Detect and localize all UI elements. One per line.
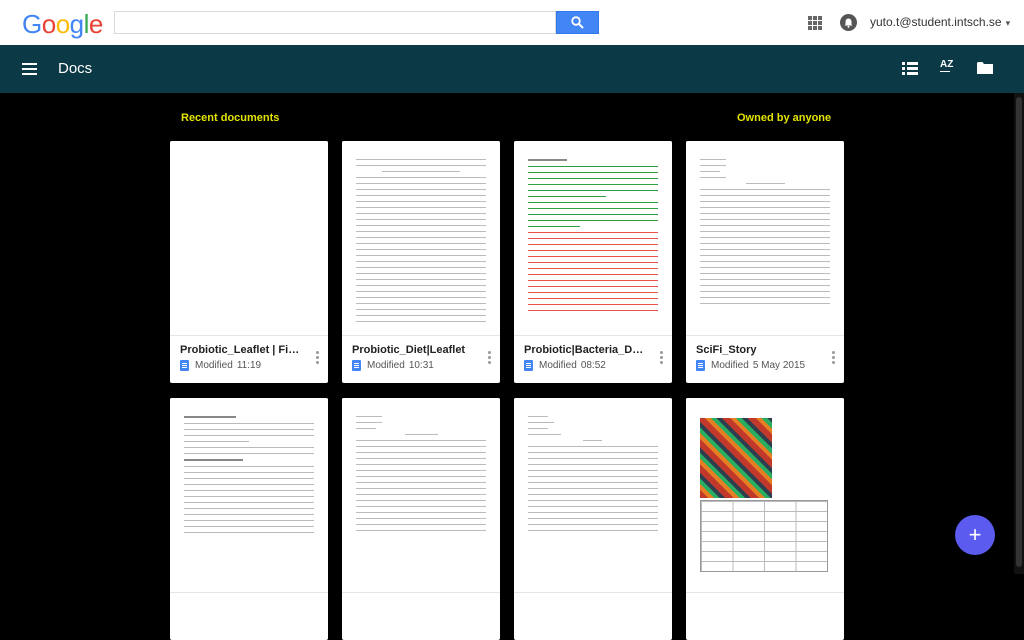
modified-time: 5 May 2015 [752,360,806,371]
recent-documents-heading: Recent documents [181,112,280,124]
document-title: SciFi_Story [696,344,757,356]
document-thumbnail [170,141,328,336]
scrollbar-thumb[interactable] [1016,97,1022,567]
doc-file-icon [524,360,533,371]
modified-label: Modified [711,360,749,371]
sort-az-label: AZ [940,59,954,70]
document-thumbnail [514,398,672,593]
logo-letter-o1: o [41,9,56,39]
sort-az-icon[interactable]: AZ [940,59,956,77]
search-button[interactable] [556,11,599,34]
logo-letter-o2: o [55,9,70,39]
list-view-icon[interactable] [902,62,918,75]
document-thumbnail [342,141,500,336]
more-options-icon[interactable] [488,351,491,364]
owner-filter-dropdown[interactable]: Owned by anyone [737,112,831,124]
document-meta: Modified 5 May 2015 [696,360,805,371]
document-meta: Modified 10:31 [352,360,434,371]
search-input[interactable] [115,12,555,33]
document-card[interactable]: Probiotic|Bacteria_Diet|R... Modified 08… [514,141,672,383]
document-card[interactable] [342,398,500,640]
modified-label: Modified [367,360,405,371]
logo-letter-e: e [88,9,103,39]
folder-icon[interactable] [977,61,993,75]
bell-icon[interactable] [840,14,857,31]
menu-icon[interactable] [22,63,37,75]
google-logo[interactable]: Google [22,9,103,40]
modified-label: Modified [195,360,233,371]
modified-time: 08:52 [580,360,606,371]
document-card[interactable] [170,398,328,640]
logo-letter-g2: g [69,9,84,39]
logo-letter-g1: G [22,9,42,39]
apps-grid-icon[interactable] [808,16,822,30]
document-card[interactable] [514,398,672,640]
search-icon [571,16,584,29]
doc-file-icon [352,360,361,371]
modified-label: Modified [539,360,577,371]
more-options-icon[interactable] [660,351,663,364]
document-title: Probiotic|Bacteria_Diet|R... [524,344,646,356]
doc-file-icon [696,360,705,371]
doc-file-icon [180,360,189,371]
search-box[interactable] [114,11,556,34]
modified-time: 10:31 [408,360,434,371]
account-menu[interactable]: yuto.t@student.intsch.se ▾ [870,15,1010,29]
account-caret: ▾ [1005,18,1011,28]
document-title: Probiotic_Diet|Leaflet [352,344,466,356]
document-card[interactable] [686,398,844,640]
docs-toolbar: Docs AZ [0,45,1024,93]
more-options-icon[interactable] [316,351,319,364]
document-thumbnail [514,141,672,336]
document-thumbnail [686,398,844,593]
document-card[interactable]: SciFi_Story Modified 5 May 2015 [686,141,844,383]
app-title: Docs [58,60,93,77]
new-document-button[interactable]: + [955,515,995,555]
more-options-icon[interactable] [832,351,835,364]
document-thumbnail [686,141,844,336]
document-thumbnail [342,398,500,593]
account-email: yuto.t@student.intsch.se [870,15,1002,29]
table-thumbnail [700,500,828,572]
artwork-thumbnail [700,418,772,498]
document-thumbnail [170,398,328,593]
google-top-bar: Google yuto.t@student.intsch.se ▾ [0,0,1024,45]
document-title: Probiotic_Leaflet | Final ... [180,344,302,356]
document-card[interactable]: Probiotic_Leaflet | Final ... Modified 1… [170,141,328,383]
document-meta: Modified 11:19 [180,360,261,371]
document-card[interactable]: Probiotic_Diet|Leaflet Modified 10:31 [342,141,500,383]
modified-time: 11:19 [236,360,262,371]
document-meta: Modified 08:52 [524,360,606,371]
